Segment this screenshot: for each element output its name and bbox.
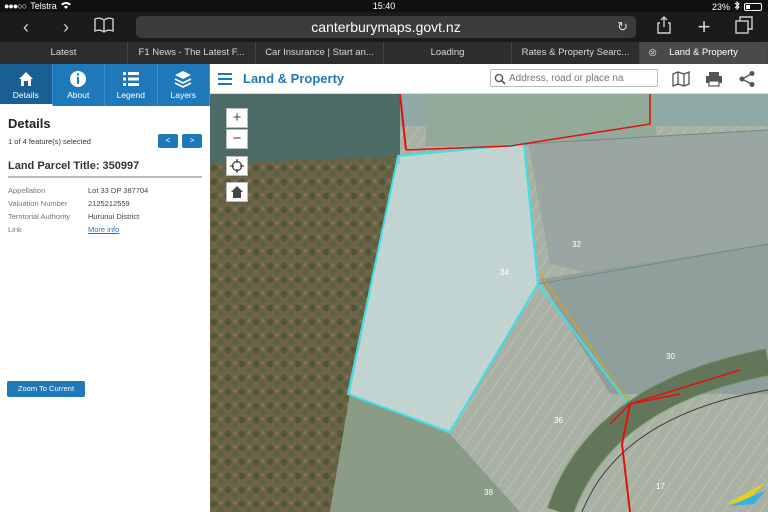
parcel-number: 38 bbox=[484, 488, 493, 497]
app-header: Land & Property bbox=[210, 64, 768, 94]
attr-key: Territorial Authority bbox=[8, 212, 71, 221]
back-icon[interactable]: ‹ bbox=[14, 16, 38, 38]
attr-key: Appellation bbox=[8, 186, 46, 195]
details-panel: Details About Legend Layers Details 1 of… bbox=[0, 64, 210, 512]
tab-about[interactable]: About bbox=[53, 64, 105, 106]
parcel-number: 32 bbox=[572, 240, 581, 249]
attr-key: Link bbox=[8, 225, 22, 234]
tab-loading[interactable]: Loading bbox=[384, 42, 512, 64]
status-bar: ●●●○○ Telstra 15:40 23% bbox=[0, 0, 768, 12]
tab-details[interactable]: Details bbox=[0, 64, 53, 106]
bookmarks-icon[interactable] bbox=[92, 16, 116, 38]
table-row: Link More info bbox=[8, 223, 202, 236]
browser-tabs: Latest F1 News - The Latest F... Car Ins… bbox=[0, 42, 768, 64]
table-row: Valuation Number 2125212559 bbox=[8, 197, 202, 210]
clock: 15:40 bbox=[372, 1, 396, 11]
parcel-number: 17 bbox=[656, 482, 665, 491]
new-tab-icon[interactable]: + bbox=[692, 16, 716, 38]
attr-value: Hurunui District bbox=[88, 212, 140, 221]
browser-toolbar: ‹ › canterburymaps.govt.nz ↻ + bbox=[0, 12, 768, 42]
share-icon[interactable] bbox=[652, 16, 676, 38]
url-bar[interactable]: canterburymaps.govt.nz ↻ bbox=[136, 16, 636, 38]
zoom-out-button[interactable]: − bbox=[226, 129, 248, 149]
zoom-in-button[interactable]: + bbox=[226, 108, 248, 128]
close-tab-icon[interactable]: ⊗ bbox=[648, 42, 657, 64]
reload-icon[interactable]: ↻ bbox=[617, 16, 628, 38]
bluetooth-icon bbox=[734, 0, 740, 12]
tab-latest[interactable]: Latest bbox=[0, 42, 128, 64]
attr-value: 2125212559 bbox=[88, 199, 130, 208]
zoom-to-current-button[interactable]: Zoom To Current bbox=[7, 381, 85, 397]
locate-icon[interactable] bbox=[226, 156, 248, 176]
prev-feature-button[interactable]: < bbox=[158, 134, 178, 148]
map-canvas bbox=[210, 94, 768, 512]
menu-icon[interactable] bbox=[218, 73, 232, 85]
url-text: canterburymaps.govt.nz bbox=[311, 19, 461, 35]
forward-icon[interactable]: › bbox=[54, 16, 78, 38]
next-feature-button[interactable]: > bbox=[182, 134, 202, 148]
search-box[interactable] bbox=[490, 69, 658, 87]
tab-rates-property[interactable]: Rates & Property Searc... bbox=[512, 42, 640, 64]
table-row: Territorial Authority Hurunui District bbox=[8, 210, 202, 223]
attr-key: Valuation Number bbox=[8, 199, 68, 208]
app-title: Land & Property bbox=[243, 71, 345, 86]
table-row: Appellation Lot 33 DP 387704 bbox=[8, 184, 202, 197]
tab-layers[interactable]: Layers bbox=[158, 64, 210, 106]
share-link-icon[interactable] bbox=[738, 70, 756, 88]
panel-tabs: Details About Legend Layers bbox=[0, 64, 210, 106]
parcel-number: 36 bbox=[554, 416, 563, 425]
search-input[interactable] bbox=[509, 70, 655, 86]
home-extent-icon[interactable] bbox=[226, 182, 248, 202]
tabs-overview-icon[interactable] bbox=[732, 16, 756, 38]
parcel-number: 34 bbox=[500, 268, 509, 277]
attr-value: Lot 33 DP 387704 bbox=[88, 186, 149, 195]
parcel-title: Land Parcel Title: 350997 bbox=[8, 160, 202, 178]
info-icon bbox=[53, 70, 105, 88]
screen: ●●●○○ Telstra 15:40 23% ‹ › canterburyma… bbox=[0, 0, 768, 512]
list-icon bbox=[105, 70, 157, 88]
attribute-table: Appellation Lot 33 DP 387704 Valuation N… bbox=[8, 184, 202, 236]
battery-percent: 23% bbox=[711, 1, 730, 12]
battery-icon bbox=[744, 2, 762, 11]
more-info-link[interactable]: More info bbox=[88, 225, 119, 234]
tab-land-property[interactable]: ⊗ Land & Property bbox=[640, 42, 768, 64]
panel-title: Details bbox=[8, 116, 51, 131]
tab-legend[interactable]: Legend bbox=[105, 64, 158, 106]
tab-f1-news[interactable]: F1 News - The Latest F... bbox=[128, 42, 256, 64]
map-view[interactable]: 32 34 30 36 38 17 + − bbox=[210, 94, 768, 512]
home-icon bbox=[0, 70, 52, 88]
tab-car-insurance[interactable]: Car Insurance | Start an... bbox=[256, 42, 384, 64]
print-icon[interactable] bbox=[705, 70, 723, 88]
layers-icon bbox=[158, 70, 210, 88]
search-icon bbox=[494, 72, 506, 90]
parcel-number: 30 bbox=[666, 352, 675, 361]
map-icon[interactable] bbox=[672, 70, 690, 88]
